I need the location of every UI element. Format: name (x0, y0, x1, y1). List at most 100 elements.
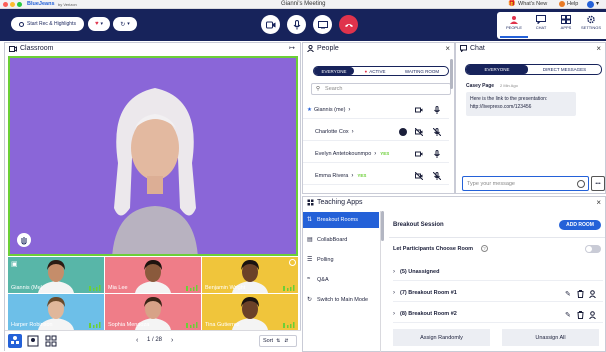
tab-chat-everyone[interactable]: EVERYONE (466, 65, 528, 74)
nav-people-button[interactable]: PEOPLE (500, 13, 528, 38)
add-room-button[interactable]: ADD ROOM (559, 220, 601, 230)
reaction-button[interactable]: ♥ ▾ (88, 17, 110, 31)
microphone-toggle-button[interactable] (287, 15, 306, 34)
speaker-view-button[interactable] (8, 334, 22, 348)
participant-tile[interactable]: Tina Gutierrez (202, 294, 298, 330)
apps-menu-item[interactable]: ☰ Polling (303, 252, 379, 268)
trash-icon[interactable] (577, 290, 584, 298)
start-recording-button[interactable]: Start Rec & Highlights (11, 17, 84, 31)
tab-active[interactable]: ● ACTIVE (354, 69, 396, 74)
whats-new-link[interactable]: What's New (518, 1, 547, 7)
maximize-window-dot[interactable] (17, 2, 22, 7)
nav-settings-button[interactable]: SETTINGS (577, 13, 605, 38)
camera-toggle-button[interactable] (261, 15, 280, 34)
chevron-right-icon: › (351, 172, 354, 179)
sort-icon: ⇅ (276, 338, 281, 344)
people-row[interactable]: Emma Rivera › YES (303, 167, 449, 185)
tab-everyone[interactable]: EVERYONE (314, 67, 354, 75)
participant-tile[interactable]: Sophia Mendoza (105, 294, 201, 330)
microphone-off-icon[interactable] (433, 172, 441, 180)
apps-menu-label: Polling (317, 257, 334, 263)
people-search-field[interactable]: ⚲ Search (311, 83, 451, 95)
people-filter-tabs: EVERYONE ● ACTIVE WAITING ROOM (313, 66, 449, 76)
active-speaker-video[interactable] (8, 56, 298, 256)
edit-pencil-icon[interactable]: ✎ (565, 311, 571, 319)
apps-menu-item[interactable]: ⇅ Breakout Rooms (303, 212, 379, 228)
avatar[interactable] (587, 1, 594, 8)
classroom-icon (9, 45, 17, 52)
grid-view-button[interactable] (44, 334, 58, 348)
breakout-room-row[interactable]: › (8) Breakout Room #2 ✎ (393, 306, 603, 323)
participant-tile[interactable]: Giannis (Me) ▣ (8, 257, 104, 293)
choose-room-toggle[interactable] (585, 245, 601, 253)
close-icon[interactable]: × (596, 44, 601, 53)
nav-settings-label: SETTINGS (580, 25, 601, 30)
apps-menu-item[interactable]: ↻ Switch to Main Mode (303, 292, 379, 308)
classroom-header: Classroom (5, 43, 300, 54)
next-page-icon[interactable]: › (171, 337, 173, 344)
microphone-icon[interactable] (433, 150, 441, 158)
camera-off-icon[interactable] (415, 172, 423, 180)
toggle-knob (586, 246, 592, 252)
collapse-panel-icon[interactable]: ↦ (289, 44, 295, 52)
message-time: 2 Min Ago (500, 83, 518, 88)
people-scrollbar[interactable] (450, 59, 453, 89)
chat-message-input[interactable]: Type your message (462, 176, 589, 191)
edit-pencil-icon[interactable]: ✎ (565, 290, 571, 298)
apps-menu-item[interactable]: ▤ CollabBoard (303, 232, 379, 248)
nav-people-label: PEOPLE (505, 25, 522, 30)
camera-off-icon[interactable] (415, 128, 423, 136)
chat-icon (536, 15, 546, 24)
microphone-icon (293, 19, 300, 29)
people-row[interactable]: ★ Giannis (me) › (303, 101, 449, 119)
teaching-apps-menu: ⇅ Breakout Rooms ▤ CollabBoard ☰ Polling ≈ Q&A ↻… (303, 211, 381, 352)
chevron-down-icon[interactable]: ▾ (596, 0, 599, 7)
camera-icon[interactable] (415, 150, 423, 158)
microphone-icon[interactable] (433, 106, 441, 114)
sort-dropdown[interactable]: Sort ⇅ ⇵ (259, 335, 297, 347)
participant-name: Tina Gutierrez (205, 322, 240, 328)
participant-tile[interactable]: Harper Robinson (8, 294, 104, 330)
share-screen-button[interactable] (313, 15, 332, 34)
assign-person-icon[interactable] (589, 290, 596, 298)
chat-more-button[interactable]: ••• (591, 176, 605, 191)
assign-person-icon[interactable] (589, 311, 596, 319)
layout-button[interactable]: ↻ ▾ (113, 17, 137, 31)
camera-icon[interactable] (415, 106, 423, 114)
record-icon (19, 21, 25, 27)
people-row[interactable]: Charlotte Cox › (303, 123, 449, 141)
search-icon: ⚲ (316, 86, 321, 92)
close-icon[interactable]: × (445, 44, 450, 53)
person-icon (307, 45, 314, 52)
previous-page-icon[interactable]: ‹ (136, 337, 138, 344)
help-link[interactable]: Help (567, 1, 578, 7)
apps-menu-item[interactable]: ≈ Q&A (303, 272, 379, 288)
gallery-controls: ‹ 1 / 28 › Sort ⇅ ⇵ (5, 330, 301, 351)
breakout-icon: ⇅ (307, 217, 313, 223)
participant-tile[interactable]: Mia Lee (105, 257, 201, 293)
breakout-room-row[interactable]: › (5) Unassigned (393, 264, 603, 281)
tab-waiting-room[interactable]: WAITING ROOM (396, 69, 448, 74)
minimize-window-dot[interactable] (10, 2, 15, 7)
unassign-all-button[interactable]: Unassign All (502, 329, 599, 346)
end-call-button[interactable] (339, 15, 358, 34)
trash-icon[interactable] (577, 311, 584, 319)
chevron-updown-icon: ⇵ (284, 338, 289, 344)
emoji-icon[interactable] (577, 180, 585, 188)
close-icon[interactable]: × (596, 198, 601, 207)
portrait-view-button[interactable] (26, 334, 40, 348)
participant-tile[interactable]: Benjamin Wright (202, 257, 298, 293)
breakout-room-label: (8) Breakout Room #2 (400, 311, 457, 317)
teaching-apps-panel: Teaching Apps × ⇅ Breakout Rooms ▤ CollabBo… (302, 196, 606, 352)
microphone-off-icon[interactable] (433, 128, 441, 136)
apps-menu-scrollbar[interactable] (381, 211, 384, 241)
signal-strength-icon (89, 322, 101, 328)
nav-apps-button[interactable]: APPS (552, 13, 580, 38)
nav-chat-button[interactable]: CHAT (527, 13, 555, 38)
breakout-room-row[interactable]: › (7) Breakout Room #1 ✎ (393, 285, 603, 302)
info-icon[interactable]: ? (481, 245, 488, 252)
close-window-dot[interactable] (3, 2, 8, 7)
assign-randomly-button[interactable]: Assign Randomly (393, 329, 490, 346)
tab-direct-messages[interactable]: DIRECT MESSAGES (528, 67, 601, 72)
people-row[interactable]: Evelyn Antetokounmpo › YES (303, 145, 449, 163)
